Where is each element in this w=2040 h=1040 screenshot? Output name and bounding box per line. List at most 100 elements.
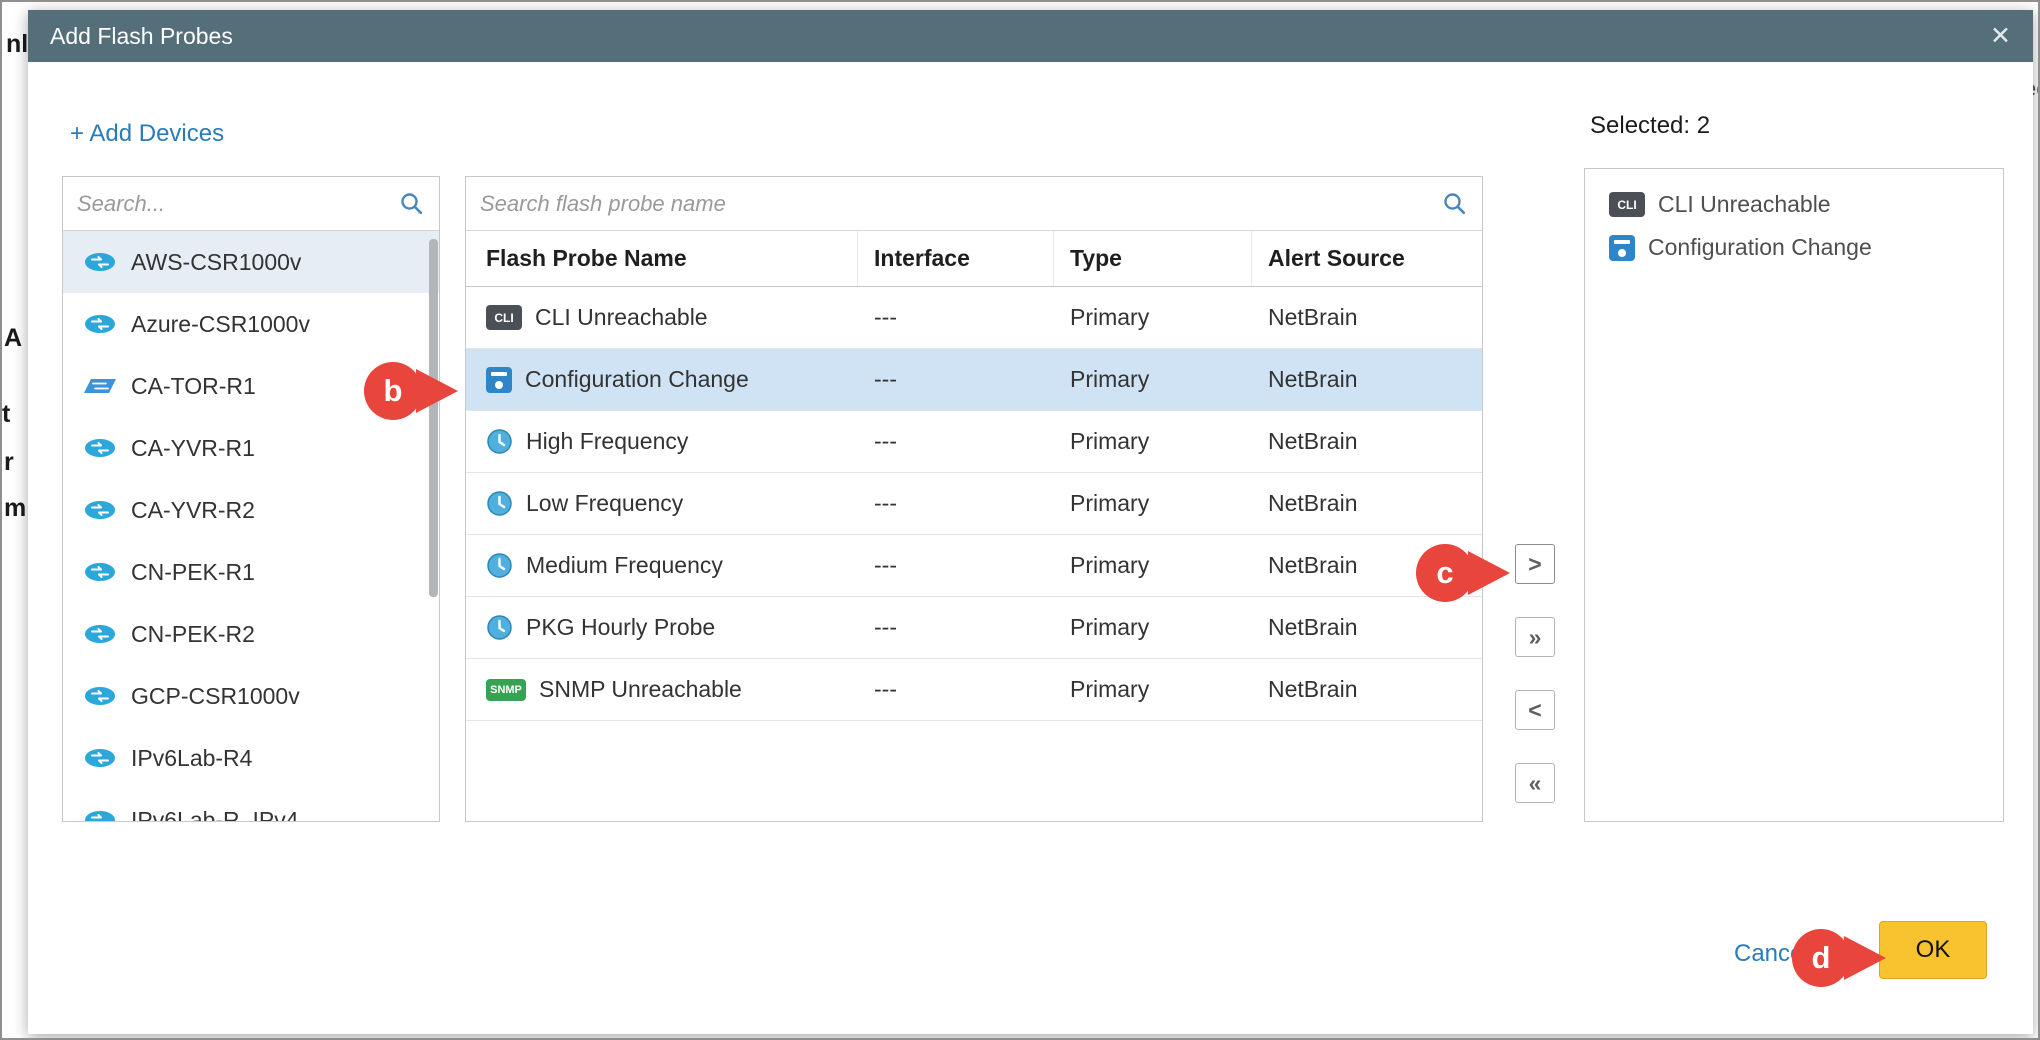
probe-table-row[interactable]: CLI CLI Unreachable --- Primary NetBrain [466,287,1482,349]
probe-name: Configuration Change [525,366,749,393]
selected-item[interactable]: Configuration Change [1609,234,2003,261]
probe-table-row[interactable]: High Frequency --- Primary NetBrain [466,411,1482,473]
search-icon[interactable] [1442,191,1468,217]
clock-icon [486,614,513,641]
probe-type-cell: Primary [1054,659,1252,720]
router-icon [83,562,117,582]
probe-table-row[interactable]: Medium Frequency --- Primary NetBrain [466,535,1482,597]
move-left-button[interactable]: < [1515,690,1555,730]
probe-table-row[interactable]: SNMP SNMP Unreachable --- Primary NetBra… [466,659,1482,721]
probe-name: PKG Hourly Probe [526,614,715,641]
probe-interface-cell: --- [858,535,1054,596]
selected-count-label: Selected: 2 [1590,112,1710,140]
router-icon [83,748,117,768]
device-list-item[interactable]: CN-PEK-R2 [63,603,439,665]
selected-item[interactable]: CLI CLI Unreachable [1609,191,2003,218]
background-text-fragment: m [4,494,26,523]
cli-badge-icon: CLI [486,305,522,330]
probe-name: Low Frequency [526,490,683,517]
clock-icon [486,428,513,455]
device-list-item[interactable]: CN-PEK-R1 [63,541,439,603]
probe-search-input[interactable] [480,191,1434,217]
selected-probes-panel: CLI CLI Unreachable Configuration Change [1584,168,2004,822]
screen: nl A t r m ec Add Flash Probes ✕ + Add D… [0,0,2040,1040]
dialog-header: Add Flash Probes ✕ [28,10,2033,62]
router-icon [83,810,117,822]
selected-item-label: Configuration Change [1648,234,1872,261]
probe-name-cell: Configuration Change [466,349,858,410]
device-list-item[interactable]: IPv6Lab-R_IPv4 [63,789,439,822]
config-icon [1609,235,1635,261]
device-name: IPv6Lab-R_IPv4 [131,807,298,823]
ok-button[interactable]: OK [1879,921,1987,979]
device-list-item[interactable]: CA-TOR-R1 [63,355,439,417]
probe-panel: Flash Probe Name Interface Type Alert So… [465,176,1483,822]
background-text-fragment: nl [6,30,28,59]
probe-interface-cell: --- [858,287,1054,348]
column-header-type: Type [1054,231,1252,286]
device-list-item[interactable]: IPv6Lab-R4 [63,727,439,789]
device-name: CN-PEK-R2 [131,621,255,648]
probe-type-cell: Primary [1054,287,1252,348]
probe-type-cell: Primary [1054,473,1252,534]
switch-icon [83,377,117,395]
move-all-right-button[interactable]: » [1515,617,1555,657]
device-name: CN-PEK-R1 [131,559,255,586]
probe-name-cell: PKG Hourly Probe [466,597,858,658]
move-all-left-button[interactable]: « [1515,763,1555,803]
probe-table-row[interactable]: PKG Hourly Probe --- Primary NetBrain [466,597,1482,659]
probe-name-cell: CLI CLI Unreachable [466,287,858,348]
device-list-item[interactable]: CA-YVR-R2 [63,479,439,541]
device-name: CA-TOR-R1 [131,373,256,400]
probe-type-cell: Primary [1054,411,1252,472]
move-right-button[interactable]: > [1515,544,1555,584]
background-text-fragment: A [4,324,22,353]
probe-interface-cell: --- [858,349,1054,410]
probe-alert-cell: NetBrain [1252,473,1482,534]
device-name: CA-YVR-R1 [131,435,255,462]
probe-name-cell: Medium Frequency [466,535,858,596]
probe-name-cell: SNMP SNMP Unreachable [466,659,858,720]
probe-type-cell: Primary [1054,597,1252,658]
router-icon [83,438,117,458]
router-icon [83,314,117,334]
device-name: Azure-CSR1000v [131,311,310,338]
probe-name: Medium Frequency [526,552,723,579]
probe-table-row[interactable]: Configuration Change --- Primary NetBrai… [466,349,1482,411]
device-list-scrollbar[interactable] [429,239,438,597]
device-name: GCP-CSR1000v [131,683,300,710]
device-name: IPv6Lab-R4 [131,745,252,772]
cancel-button[interactable]: Cancel [1734,940,1809,968]
device-name: AWS-CSR1000v [131,249,301,276]
background-text-fragment: r [4,448,14,477]
probe-name-cell: High Frequency [466,411,858,472]
probe-name: High Frequency [526,428,688,455]
probe-interface-cell: --- [858,473,1054,534]
device-list-item[interactable]: GCP-CSR1000v [63,665,439,727]
device-panel: AWS-CSR1000v Azure-CSR1000v CA-TOR-R1 CA… [62,176,440,822]
dialog-title: Add Flash Probes [50,23,233,50]
probe-alert-cell: NetBrain [1252,287,1482,348]
probe-alert-cell: NetBrain [1252,349,1482,410]
device-list-item[interactable]: Azure-CSR1000v [63,293,439,355]
device-list-item[interactable]: AWS-CSR1000v [63,231,439,293]
device-search-input[interactable] [77,191,391,217]
close-icon[interactable]: ✕ [1990,24,2011,49]
search-icon[interactable] [399,191,425,217]
probe-type-cell: Primary [1054,535,1252,596]
probe-alert-cell: NetBrain [1252,659,1482,720]
probe-type-cell: Primary [1054,349,1252,410]
probe-table-row[interactable]: Low Frequency --- Primary NetBrain [466,473,1482,535]
add-devices-link[interactable]: + Add Devices [70,120,224,148]
router-icon [83,500,117,520]
probe-alert-cell: NetBrain [1252,597,1482,658]
device-list-item[interactable]: CA-YVR-R1 [63,417,439,479]
column-header-flash-probe-name: Flash Probe Name [466,231,858,286]
cli-badge-icon: CLI [1609,192,1645,217]
device-name: CA-YVR-R2 [131,497,255,524]
selected-item-label: CLI Unreachable [1658,191,1831,218]
probe-name-cell: Low Frequency [466,473,858,534]
router-icon [83,252,117,272]
router-icon [83,686,117,706]
device-list: AWS-CSR1000v Azure-CSR1000v CA-TOR-R1 CA… [63,231,439,822]
